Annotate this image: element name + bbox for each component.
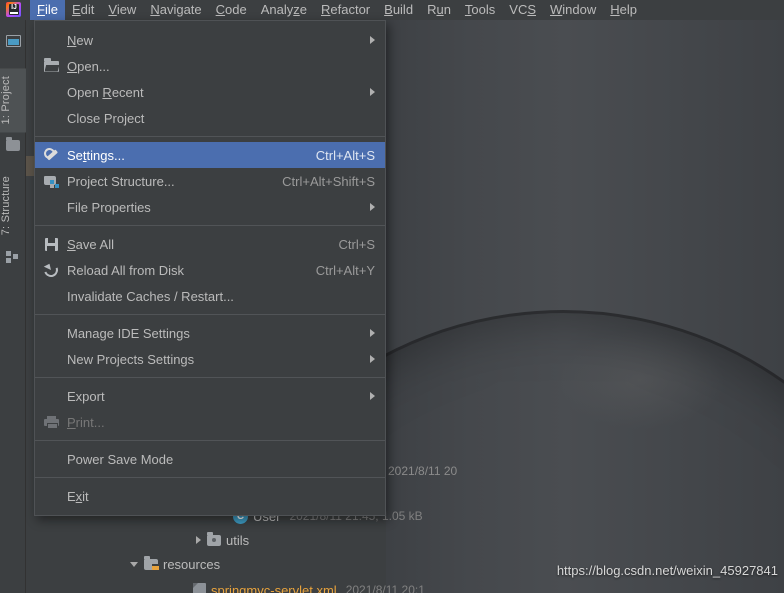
row-meta: 2021/8/11 20:1 <box>345 583 425 593</box>
chevron-right-icon <box>370 88 375 96</box>
menu-separator <box>35 477 385 478</box>
intellij-idea-logo-icon: IJ <box>4 0 24 20</box>
menu-item-shortcut: Ctrl+Alt+Y <box>315 262 375 278</box>
project-window-icon[interactable] <box>0 28 26 54</box>
chevron-right-icon[interactable] <box>196 536 201 544</box>
menu-bar: IJ File Edit View Navigate Code Analyze … <box>0 0 784 20</box>
menu-item-label: Close Project <box>67 110 145 126</box>
list-item: springmvc-servlet.xml <box>211 582 337 593</box>
menu-item-open[interactable]: Open... <box>35 53 385 79</box>
menu-item-label: Power Save Mode <box>67 451 174 467</box>
reload-icon <box>35 260 67 280</box>
menu-separator <box>35 440 385 441</box>
menu-item-label: Manage IDE Settings <box>67 325 190 341</box>
folder-icon <box>207 531 221 546</box>
menu-analyze[interactable]: Analyze <box>254 0 314 20</box>
chevron-right-icon <box>370 36 375 44</box>
list-item: resources <box>163 556 221 572</box>
menu-item-label: Exit <box>67 488 89 504</box>
table-row[interactable]: springmvc-servlet.xml 2021/8/11 20:1 <box>52 578 784 593</box>
save-icon <box>35 237 67 251</box>
menu-separator <box>35 377 385 378</box>
menu-item-shortcut: Ctrl+Alt+S <box>315 147 375 163</box>
menu-item-label: Export <box>67 388 105 404</box>
folder-icon[interactable] <box>0 132 26 158</box>
menu-item-shortcut: Ctrl+S <box>338 236 375 252</box>
menu-item-shortcut: Ctrl+Alt+Shift+S <box>282 173 375 189</box>
menu-item-exit[interactable]: Exit <box>35 483 385 509</box>
menu-item-save-all[interactable]: Save All Ctrl+S <box>35 231 385 257</box>
menu-item-label: Reload All from Disk <box>67 262 185 278</box>
menu-item-label: Project Structure... <box>67 173 175 189</box>
xml-file-icon <box>193 583 206 593</box>
menu-item-power-save-mode[interactable]: Power Save Mode <box>35 446 385 472</box>
menu-tools[interactable]: Tools <box>458 0 502 20</box>
menu-item-label: Save All <box>67 236 114 252</box>
structure-icon[interactable] <box>0 244 26 270</box>
menu-item-label: Invalidate Caches / Restart... <box>67 288 234 304</box>
menu-item-new-projects-settings[interactable]: New Projects Settings <box>35 346 385 372</box>
chevron-right-icon <box>370 329 375 337</box>
menu-item-reload-all-from-disk[interactable]: Reload All from Disk Ctrl+Alt+Y <box>35 257 385 283</box>
open-folder-icon <box>35 57 67 72</box>
menu-navigate[interactable]: Navigate <box>143 0 208 20</box>
left-tool-strip: 1: Project 7: Structure <box>0 20 26 593</box>
menu-item-manage-ide-settings[interactable]: Manage IDE Settings <box>35 320 385 346</box>
menu-vcs[interactable]: VCS <box>502 0 543 20</box>
menu-separator <box>35 136 385 137</box>
menu-build[interactable]: Build <box>377 0 420 20</box>
menu-window[interactable]: Window <box>543 0 603 20</box>
menu-item-label: Print... <box>67 414 105 430</box>
print-icon <box>35 415 67 429</box>
intellij-idea-window: SpringMV 2021/8/11 20 pojo C User 2021/8… <box>0 0 784 593</box>
menu-view[interactable]: View <box>101 0 143 20</box>
chevron-right-icon <box>370 203 375 211</box>
menu-help[interactable]: Help <box>603 0 644 20</box>
sidebar-item-structure[interactable]: 7: Structure <box>0 168 26 243</box>
menu-code[interactable]: Code <box>209 0 254 20</box>
watermark-url: https://blog.csdn.net/weixin_45927841 <box>556 563 778 578</box>
project-structure-icon <box>35 175 67 188</box>
wrench-icon <box>35 147 67 163</box>
menu-file[interactable]: File <box>30 0 65 20</box>
menu-refactor[interactable]: Refactor <box>314 0 377 20</box>
menu-run[interactable]: Run <box>420 0 458 20</box>
menu-edit[interactable]: Edit <box>65 0 101 20</box>
resources-folder-icon <box>144 555 159 572</box>
menu-separator <box>35 314 385 315</box>
menu-item-close-project[interactable]: Close Project <box>35 105 385 131</box>
menu-item-print: Print... <box>35 409 385 435</box>
menu-item-label: Open Recent <box>67 84 144 100</box>
sidebar-item-project[interactable]: 1: Project <box>0 68 26 133</box>
menu-item-label: New <box>67 32 94 48</box>
menu-item-open-recent[interactable]: Open Recent <box>35 79 385 105</box>
menu-item-project-structure[interactable]: Project Structure... Ctrl+Alt+Shift+S <box>35 168 385 194</box>
menu-item-new[interactable]: New <box>35 27 385 53</box>
file-menu-dropdown: New Open... Open Recent Close Project Se… <box>34 20 386 516</box>
tree-row-timestamp-fragment: 2021/8/11 20 <box>388 464 458 478</box>
menu-item-label: Open... <box>67 58 110 74</box>
table-row[interactable]: utils <box>26 528 784 552</box>
list-item: utils <box>226 532 250 548</box>
menu-item-file-properties[interactable]: File Properties <box>35 194 385 220</box>
chevron-down-icon[interactable] <box>130 561 138 567</box>
menu-item-invalidate-caches[interactable]: Invalidate Caches / Restart... <box>35 283 385 309</box>
menu-item-label: File Properties <box>67 199 151 215</box>
menu-item-settings[interactable]: Settings... Ctrl+Alt+S <box>35 142 385 168</box>
menu-item-label: New Projects Settings <box>67 351 195 367</box>
menu-separator <box>35 225 385 226</box>
chevron-right-icon <box>370 392 375 400</box>
chevron-right-icon <box>370 355 375 363</box>
menu-item-export[interactable]: Export <box>35 383 385 409</box>
menu-item-label: Settings... <box>67 147 125 163</box>
